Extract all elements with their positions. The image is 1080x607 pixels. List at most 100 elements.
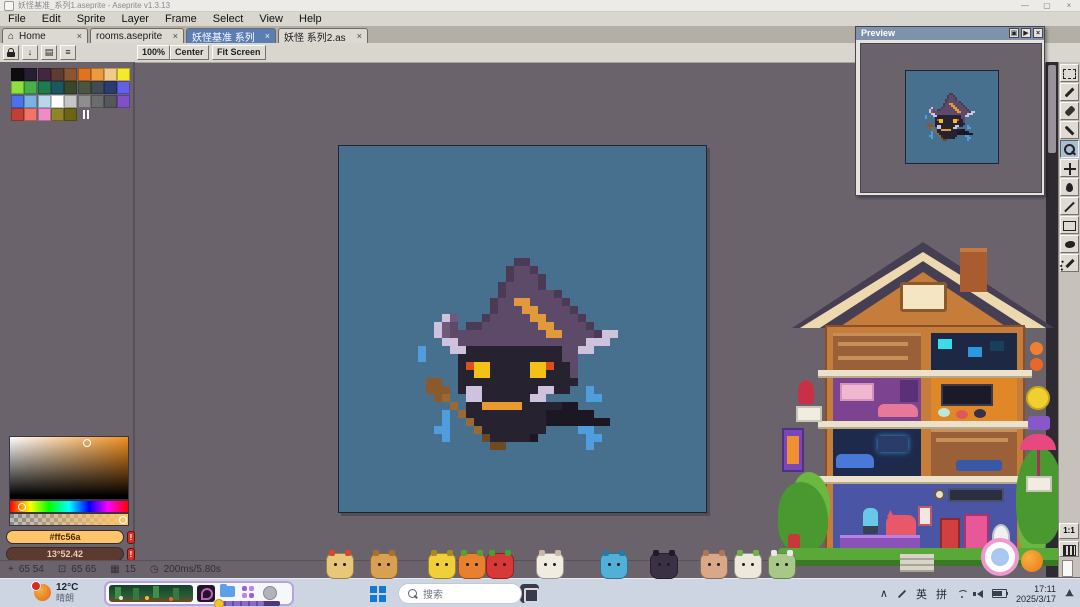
- menu-select[interactable]: Select: [205, 12, 252, 26]
- palette-color[interactable]: [51, 81, 64, 94]
- palette-color[interactable]: [11, 108, 24, 121]
- jumble-tool[interactable]: [1060, 254, 1079, 272]
- tab-home[interactable]: ⌂ Home ×: [2, 28, 88, 43]
- scrollbar-thumb[interactable]: [1048, 65, 1056, 153]
- pen-icon[interactable]: [898, 589, 906, 597]
- wifi-icon[interactable]: [956, 590, 968, 598]
- color-warning-button[interactable]: !: [127, 531, 135, 544]
- rabbit-pet[interactable]: [700, 553, 728, 579]
- palette-color[interactable]: [117, 68, 130, 81]
- tab-close-icon[interactable]: ×: [265, 31, 270, 41]
- palette-color[interactable]: [64, 68, 77, 81]
- palette-color[interactable]: [104, 68, 117, 81]
- palette-color[interactable]: [24, 95, 37, 108]
- palette-color[interactable]: [24, 68, 37, 81]
- menu-edit[interactable]: Edit: [34, 12, 69, 26]
- palette-color[interactable]: [91, 95, 104, 108]
- tab-yaoguai-base[interactable]: 妖怪基准 系列 ×: [186, 28, 276, 43]
- ime-pinyin-indicator[interactable]: 拼: [936, 586, 947, 602]
- strawberry-pet[interactable]: [486, 553, 514, 579]
- preview-play-button[interactable]: ▶: [1021, 28, 1031, 38]
- white-hamster-pet[interactable]: [536, 553, 564, 579]
- papaya-pet[interactable]: [458, 553, 486, 579]
- minimize-button[interactable]: —: [1014, 0, 1036, 12]
- palette-color[interactable]: [64, 108, 77, 121]
- folder-icon[interactable]: [220, 586, 235, 597]
- palette-color[interactable]: [104, 81, 117, 94]
- palette-color[interactable]: [78, 68, 91, 81]
- volume-icon[interactable]: [977, 590, 983, 598]
- close-button[interactable]: ×: [1058, 0, 1080, 12]
- preview-restore-button[interactable]: ▣: [1009, 28, 1019, 38]
- fit-screen-button[interactable]: Fit Screen: [212, 45, 266, 60]
- move-tool[interactable]: [1060, 159, 1079, 177]
- tab-close-icon[interactable]: ×: [173, 31, 178, 41]
- background-color-hsv[interactable]: 13°52.42: [6, 547, 124, 561]
- palette-color[interactable]: [24, 81, 37, 94]
- maximize-button[interactable]: ▢: [1036, 0, 1058, 12]
- taskbar-clock[interactable]: 17:11 2025/3/17: [1016, 584, 1056, 604]
- pinned-app-icon[interactable]: [520, 584, 539, 603]
- weather-widget[interactable]: 12°C 晴朗: [34, 582, 78, 603]
- menu-sprite[interactable]: Sprite: [69, 12, 114, 26]
- palette-color[interactable]: [78, 95, 91, 108]
- menu-help[interactable]: Help: [291, 12, 330, 26]
- rectangle-tool[interactable]: [1060, 216, 1079, 234]
- banana-pet[interactable]: [428, 553, 456, 579]
- menu-file[interactable]: File: [0, 12, 34, 26]
- badge-icon[interactable]: [263, 586, 277, 600]
- palette-color[interactable]: [11, 95, 24, 108]
- radish-ghost-pet[interactable]: [734, 553, 762, 579]
- hue-slider[interactable]: [9, 500, 129, 513]
- timeline-toggle-button[interactable]: [1059, 541, 1079, 557]
- rectangular-marquee-tool[interactable]: [1060, 64, 1079, 82]
- palette-color[interactable]: [64, 81, 77, 94]
- palette-color[interactable]: [104, 95, 117, 108]
- palette-color[interactable]: [38, 108, 51, 121]
- alpha-slider[interactable]: [9, 513, 129, 526]
- lion-cub-pet[interactable]: [370, 553, 398, 579]
- foreground-color-hex[interactable]: #ffc56a: [6, 530, 124, 544]
- battery-icon[interactable]: [992, 589, 1007, 598]
- preview-titlebar[interactable]: Preview ▣ ▶ ×: [856, 27, 1044, 40]
- ime-english-indicator[interactable]: 英: [916, 586, 927, 602]
- tab-close-icon[interactable]: ×: [77, 31, 82, 41]
- pencil-tool[interactable]: [1060, 83, 1079, 101]
- menu-view[interactable]: View: [251, 12, 291, 26]
- palette-color[interactable]: [51, 95, 64, 108]
- line-tool[interactable]: [1060, 197, 1079, 215]
- paint-bucket-tool[interactable]: [1060, 178, 1079, 196]
- saturation-value-picker[interactable]: [9, 436, 129, 500]
- tab-close-icon[interactable]: ×: [357, 31, 362, 41]
- sprite-canvas[interactable]: [338, 145, 707, 513]
- eyedropper-tool[interactable]: [1060, 121, 1079, 139]
- tab-yaoguai-2[interactable]: 妖怪 系列2.as ×: [278, 28, 368, 43]
- blue-cat-pet[interactable]: [600, 553, 628, 579]
- center-button[interactable]: Center: [170, 45, 209, 60]
- search-box[interactable]: 搜索: [398, 583, 522, 604]
- down-arrow-button[interactable]: ↓: [22, 45, 38, 60]
- palette-color[interactable]: [11, 68, 24, 81]
- vertical-scrollbar[interactable]: [1046, 62, 1058, 577]
- palette-color[interactable]: [38, 81, 51, 94]
- palette-color[interactable]: [51, 68, 64, 81]
- eraser-tool[interactable]: [1060, 102, 1079, 120]
- tray-expand-chevron[interactable]: ∧: [880, 587, 888, 600]
- preview-close-button[interactable]: ×: [1033, 28, 1043, 38]
- palette-color[interactable]: [38, 68, 51, 81]
- options-menu-button[interactable]: ≡: [60, 45, 76, 60]
- palette-color[interactable]: [91, 68, 104, 81]
- lock-button[interactable]: [3, 45, 19, 60]
- game-widget-pill[interactable]: [104, 581, 294, 606]
- aseprite-taskbar-icon[interactable]: [197, 585, 215, 602]
- palette-color[interactable]: [117, 95, 130, 108]
- palette-color[interactable]: [38, 95, 51, 108]
- tab-rooms[interactable]: rooms.aseprite ×: [90, 28, 184, 43]
- palette-color[interactable]: [78, 81, 91, 94]
- palette-color[interactable]: [51, 108, 64, 121]
- contour-tool[interactable]: [1060, 235, 1079, 253]
- menu-frame[interactable]: Frame: [157, 12, 205, 26]
- palette-color[interactable]: [24, 108, 37, 121]
- layers-button[interactable]: ▤: [41, 45, 57, 60]
- palette-color[interactable]: [11, 81, 24, 94]
